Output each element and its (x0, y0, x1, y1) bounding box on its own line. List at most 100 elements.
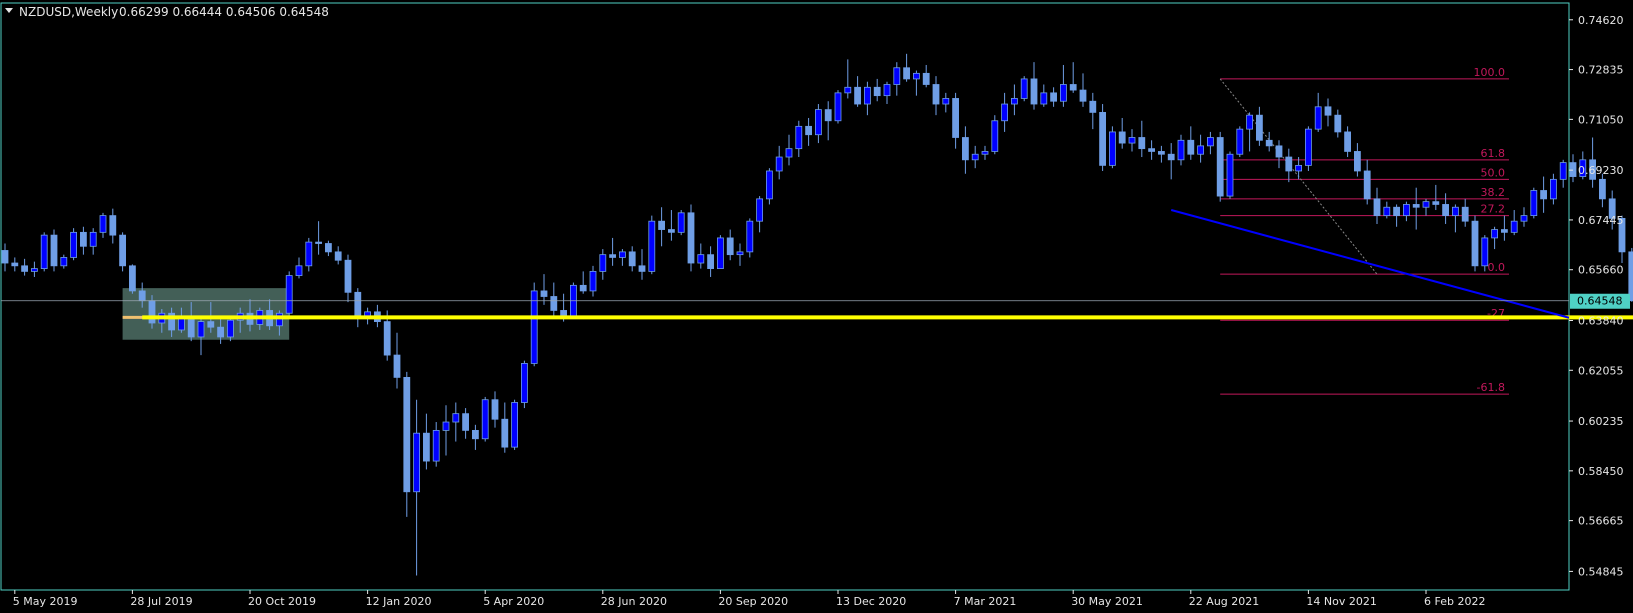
time-tick-label: 5 May 2019 (13, 595, 78, 608)
candle-body (1020, 78, 1028, 99)
trendline (1170, 209, 1570, 319)
fib-level-label: 27.2 (1481, 203, 1506, 216)
candle-body (1138, 137, 1146, 150)
candle-body (1344, 131, 1351, 152)
candle-body (1030, 78, 1038, 105)
candle-body (805, 125, 812, 136)
candle-body (971, 153, 979, 161)
candle-body (207, 321, 215, 328)
candle-body (1530, 190, 1538, 217)
price-axis[interactable]: 0.74620 0.72835 0.71050 0.69230 0.67445 0.656… (1569, 14, 1630, 579)
time-tick-label: 5 Apr 2020 (483, 595, 544, 608)
symbol-dropdown-icon[interactable] (5, 8, 13, 13)
candle-body (628, 251, 636, 267)
candle-body (1628, 251, 1633, 302)
candle-body (922, 72, 930, 85)
candle-body (1109, 131, 1116, 166)
candle-body (462, 413, 470, 431)
candle-body (1050, 92, 1057, 102)
candle-body (1501, 229, 1508, 233)
candle-body (344, 259, 352, 293)
candle-body (815, 109, 822, 136)
candle-body (1177, 139, 1185, 161)
candle-body (726, 237, 734, 256)
candle-body (413, 432, 421, 493)
candle-body (452, 413, 460, 423)
candle-body (736, 251, 744, 256)
consolidation-zone (122, 288, 290, 340)
candle-body (60, 257, 68, 267)
candle-body (1334, 114, 1342, 133)
candle-body (1275, 145, 1283, 158)
candle-body (1520, 215, 1528, 222)
candle-body (834, 92, 842, 122)
candle-body (295, 265, 303, 276)
candle-body (981, 151, 989, 155)
candle-body (1452, 206, 1459, 217)
time-tick-label: 13 Dec 2020 (836, 595, 906, 608)
time-axis[interactable]: 5 May 2019 28 Jul 2019 20 Oct 2019 12 Jan 2… (13, 590, 1486, 608)
candle-body (1001, 103, 1008, 122)
candle-body (677, 212, 685, 233)
candle-body (334, 251, 342, 261)
candle-body (521, 363, 528, 403)
candle-body (746, 220, 754, 253)
candle-body (148, 300, 156, 324)
time-tick-label: 7 Mar 2021 (954, 595, 1017, 608)
candle-body (501, 418, 509, 448)
candle-body (1393, 206, 1400, 217)
candle-body (932, 84, 940, 105)
candle-body (119, 234, 126, 267)
candle-body (1089, 100, 1097, 113)
candle-body (1069, 84, 1077, 91)
candle-body (1491, 229, 1498, 239)
time-tick-label: 30 May 2021 (1071, 595, 1143, 608)
candlestick-chart[interactable]: NZDUSD,Weekly 0.66299 0.66444 0.64506 0.… (0, 0, 1633, 613)
price-tick-label: 0.67445 (1578, 214, 1624, 227)
candle-body (1412, 204, 1420, 208)
price-tick-label: 0.74620 (1578, 14, 1624, 27)
candle-body (1295, 164, 1302, 172)
candle-body (275, 312, 283, 327)
time-tick-label: 22 Aug 2021 (1189, 595, 1259, 608)
candle-body (1256, 114, 1263, 141)
candle-body (1207, 137, 1214, 147)
candle-body (1167, 153, 1175, 161)
candle-body (403, 376, 411, 493)
candle-body (530, 290, 538, 364)
candle-body (1314, 106, 1322, 130)
candle-body (619, 251, 626, 258)
candle-body (1324, 106, 1332, 116)
ohlc-values: 0.66299 0.66444 0.64506 0.64548 (119, 5, 329, 19)
price-tick-label: 0.69230 (1578, 164, 1624, 177)
candle-body (883, 84, 891, 97)
candle-body (1187, 139, 1195, 155)
fib-level-label: 38.2 (1481, 186, 1506, 199)
time-tick-label: 20 Oct 2019 (248, 595, 316, 608)
price-tick-label: 0.72835 (1578, 64, 1624, 77)
candle-body (766, 170, 773, 200)
fib-level-label: 100.0 (1474, 66, 1506, 79)
candle-body (824, 109, 832, 122)
time-tick-label: 12 Jan 2020 (366, 595, 432, 608)
candle-body (1079, 89, 1087, 102)
candle-body (99, 215, 107, 233)
fib-level-label: 0.0 (1488, 261, 1506, 274)
candle-body (285, 275, 293, 314)
candle-body (638, 265, 646, 272)
candle-body (903, 67, 910, 80)
candle-body (668, 229, 675, 233)
candle-body (21, 265, 29, 272)
candle-body (1216, 137, 1224, 197)
candle-body (442, 421, 450, 431)
candle-body (393, 354, 401, 378)
candle-body (80, 231, 87, 247)
candle-body (697, 254, 705, 264)
price-tick-label: 0.58450 (1578, 465, 1624, 478)
fibonacci-retracement[interactable]: 100.061.850.038.227.20.0-27-61.8 (1219, 66, 1509, 395)
candle-body (854, 86, 861, 105)
candle-body (913, 72, 920, 80)
candle-body (128, 265, 136, 292)
candle-body (1305, 128, 1312, 166)
candle-body (1226, 153, 1234, 197)
